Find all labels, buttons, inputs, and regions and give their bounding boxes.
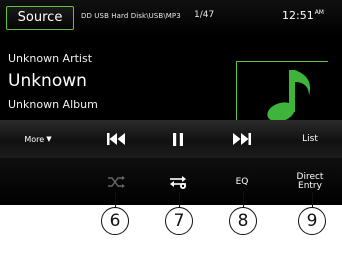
callout-8: 8 bbox=[229, 207, 257, 235]
callout-line-9 bbox=[312, 192, 313, 208]
music-note-icon bbox=[237, 62, 329, 124]
callout-6: 6 bbox=[101, 207, 129, 235]
callout-7: 7 bbox=[165, 207, 193, 235]
track-counter: 1/47 bbox=[194, 10, 215, 20]
repeat-icon bbox=[170, 175, 186, 189]
skip-previous-icon bbox=[107, 133, 125, 145]
callout-line-6 bbox=[115, 192, 116, 208]
folder-path: DD USB Hard Disk\USB\MP3 bbox=[81, 12, 181, 20]
direct-entry-button[interactable]: Direct Entry bbox=[288, 158, 332, 205]
artist-name: Unknown Artist bbox=[8, 52, 93, 65]
transport-bar: More ▼ List bbox=[0, 120, 342, 158]
clock-ampm: AM bbox=[314, 9, 324, 16]
clock: 12:51AM bbox=[282, 9, 324, 22]
callout-line-7 bbox=[179, 192, 180, 208]
pause-button[interactable] bbox=[158, 120, 198, 158]
skip-next-icon bbox=[233, 133, 251, 145]
status-bar: Source DD USB Hard Disk\USB\MP3 1/47 12:… bbox=[0, 0, 342, 36]
function-bar: EQ Direct Entry bbox=[0, 158, 342, 205]
shuffle-icon bbox=[108, 175, 125, 188]
clock-time: 12:51 bbox=[282, 9, 314, 22]
shuffle-button[interactable] bbox=[96, 158, 136, 205]
callout-line-8 bbox=[243, 192, 244, 208]
more-label: More bbox=[24, 134, 45, 144]
album-art bbox=[236, 61, 329, 124]
direct-entry-label-line2: Entry bbox=[298, 180, 322, 191]
callout-9: 9 bbox=[298, 207, 326, 235]
media-player-screen: Source DD USB Hard Disk\USB\MP3 1/47 12:… bbox=[0, 0, 342, 205]
album-name: Unknown Album bbox=[8, 98, 98, 111]
eq-button[interactable]: EQ bbox=[222, 158, 262, 205]
next-track-button[interactable] bbox=[222, 120, 262, 158]
repeat-button[interactable] bbox=[158, 158, 198, 205]
pause-icon bbox=[173, 132, 183, 146]
previous-track-button[interactable] bbox=[96, 120, 136, 158]
source-button[interactable]: Source bbox=[6, 6, 74, 30]
more-button[interactable]: More ▼ bbox=[18, 120, 58, 158]
track-title: Unknown bbox=[8, 71, 87, 91]
caret-down-icon: ▼ bbox=[46, 135, 52, 143]
list-button[interactable]: List bbox=[290, 120, 330, 158]
